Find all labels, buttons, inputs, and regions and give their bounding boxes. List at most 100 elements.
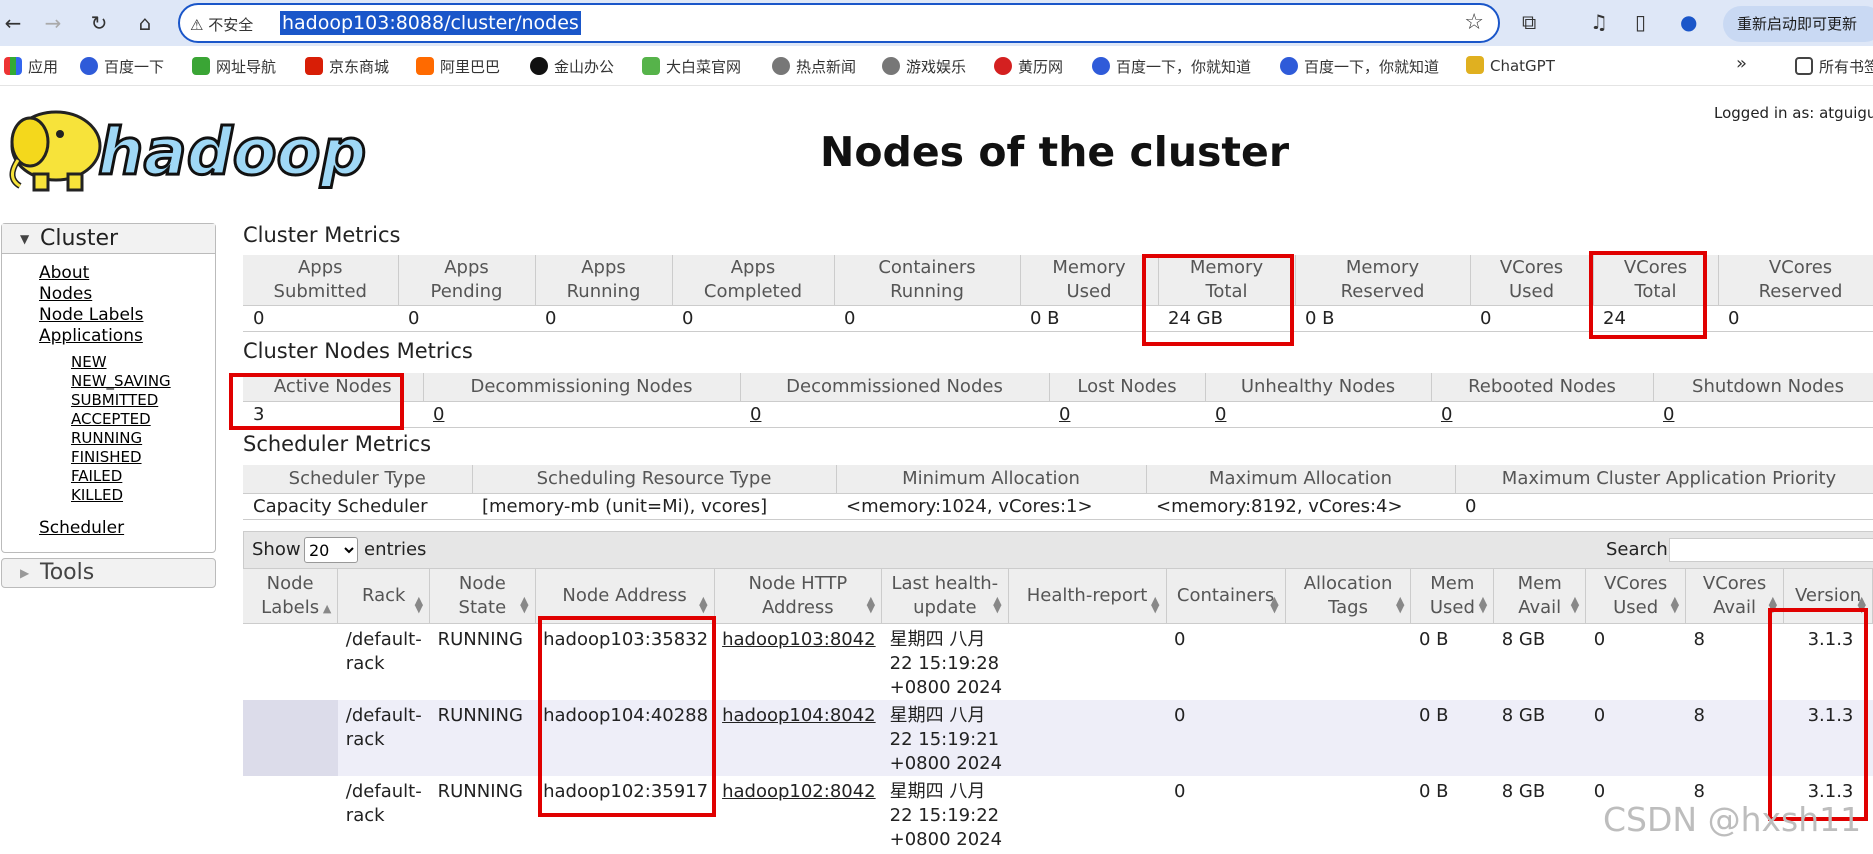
- sidebar-link-about[interactable]: About: [39, 263, 89, 283]
- back-icon[interactable]: ←: [0, 10, 26, 36]
- node-http-address-link[interactable]: hadoop102:8042: [714, 775, 882, 852]
- bookmark-star-icon[interactable]: ☆: [1464, 10, 1484, 35]
- sidebar-tools-label: Tools: [40, 560, 95, 585]
- col-health-report[interactable]: Health-report ▲ ▼: [1008, 569, 1167, 624]
- col-decommissioning-nodes: Decommissioning Nodes: [423, 373, 741, 401]
- highlight-active-nodes: [229, 373, 404, 430]
- rack-line: rack: [345, 804, 385, 826]
- header-line: Submitted: [273, 280, 367, 302]
- bookmark-huangli[interactable]: 黄历网: [994, 56, 1063, 77]
- address-bar[interactable]: ⚠ 不安全 hadoop103:8088/cluster/nodes ☆: [178, 3, 1500, 43]
- col-node-address[interactable]: Node Address ▲ ▼: [535, 569, 715, 624]
- sidebar-app-state-killed[interactable]: KILLED: [71, 486, 123, 504]
- url-text[interactable]: hadoop103:8088/cluster/nodes: [280, 11, 581, 35]
- profile-icon[interactable]: ●: [1680, 10, 1697, 34]
- extensions-icon[interactable]: ⧉: [1522, 10, 1536, 34]
- bookmark-jd[interactable]: 京东商城: [305, 56, 389, 77]
- bookmark-games[interactable]: 游戏娱乐: [882, 56, 966, 77]
- rebooted-nodes-link[interactable]: 0: [1431, 400, 1653, 428]
- col-node-http-address[interactable]: Node HTTP Address ▲ ▼: [714, 569, 883, 624]
- containers-cell: 0: [1166, 775, 1286, 852]
- bookmark-apps[interactable]: 应用: [4, 56, 58, 77]
- health-report-cell: [1008, 775, 1166, 852]
- sidebar-link-scheduler[interactable]: Scheduler: [39, 518, 124, 538]
- col-mem-used[interactable]: Mem Used ▲ ▼: [1410, 569, 1495, 624]
- hadoop-logo[interactable]: hadoop: [4, 104, 379, 196]
- rack-line: rack: [345, 728, 385, 750]
- mem-avail-cell: 8 GB: [1493, 623, 1586, 700]
- bookmark-baidu[interactable]: 百度一下: [80, 56, 164, 77]
- bookmark-wps[interactable]: 金山办公: [530, 56, 614, 77]
- bookmark-dabaicai[interactable]: 大白菜官网: [642, 56, 741, 77]
- sidebar-link-nodes[interactable]: Nodes: [39, 284, 92, 304]
- restart-update-button[interactable]: 重新启动即可更新: [1723, 6, 1873, 42]
- sidepanel-icon[interactable]: ▯: [1635, 10, 1646, 34]
- sidebar-link-node-labels[interactable]: Node Labels: [39, 305, 144, 325]
- bookmark-alibaba[interactable]: 阿里巴巴: [416, 56, 500, 77]
- cluster-nodes-metrics-title: Cluster Nodes Metrics: [243, 339, 473, 363]
- allocation-tags-cell: [1285, 699, 1411, 776]
- header-line: VCores: [1603, 572, 1668, 594]
- reload-icon[interactable]: ↻: [86, 10, 112, 36]
- header-line: Apps: [297, 256, 343, 278]
- bookmark-baidu3[interactable]: 百度一下，你就知道: [1280, 56, 1439, 77]
- folder-icon: [1795, 57, 1813, 75]
- bookmarks-more-button[interactable]: »: [1736, 53, 1747, 74]
- sidebar-tools-header[interactable]: ▶ Tools: [1, 558, 216, 588]
- sidebar-link-applications[interactable]: Applications: [39, 326, 143, 346]
- sidebar-cluster-panel: ▼ Cluster About Nodes Node Labels Applic…: [1, 223, 216, 553]
- node-http-address-link[interactable]: hadoop104:8042: [714, 699, 882, 776]
- all-bookmarks-folder[interactable]: 所有书签: [1795, 56, 1873, 77]
- bookmarks-bar: 应用 百度一下 网址导航 京东商城 阿里巴巴 金山办公 大白菜官网 热点新闻 游…: [0, 46, 1873, 86]
- forward-icon[interactable]: →: [40, 10, 66, 36]
- sidebar-app-state-finished[interactable]: FINISHED: [71, 448, 142, 466]
- dabaicai-icon: [642, 57, 660, 75]
- header-line: Completed: [703, 280, 803, 302]
- mem-avail-cell: 8 GB: [1493, 775, 1586, 852]
- unhealthy-nodes-link[interactable]: 0: [1205, 400, 1431, 428]
- sidebar-app-state-accepted[interactable]: ACCEPTED: [71, 410, 151, 428]
- rack-cell: /default-rack: [337, 699, 430, 776]
- sidebar-app-state-new-saving[interactable]: NEW_SAVING: [71, 372, 171, 390]
- allocation-tags-cell: [1285, 623, 1411, 700]
- decommissioned-nodes-link[interactable]: 0: [740, 400, 1049, 428]
- bookmark-news[interactable]: 热点新闻: [772, 56, 856, 77]
- home-icon[interactable]: ⌂: [132, 10, 158, 36]
- security-warning[interactable]: ⚠ 不安全: [190, 14, 253, 35]
- shutdown-nodes-link[interactable]: 0: [1653, 400, 1873, 428]
- col-apps-running: Apps Running: [535, 255, 673, 305]
- page-size-select[interactable]: 20: [304, 537, 358, 563]
- node-http-address-link[interactable]: hadoop103:8042: [714, 623, 882, 700]
- bookmark-label: 大白菜官网: [666, 58, 742, 76]
- bookmark-label: ChatGPT: [1490, 57, 1555, 75]
- huangli-icon: [994, 57, 1012, 75]
- col-last-health-update[interactable]: Last health-update ▲ ▼: [881, 569, 1009, 624]
- sidebar-cluster-label: Cluster: [40, 226, 119, 251]
- col-mem-avail[interactable]: Mem Avail ▲ ▼: [1493, 569, 1587, 624]
- sidebar-app-state-failed[interactable]: FAILED: [71, 467, 122, 485]
- col-node-state[interactable]: Node State ▲ ▼: [429, 569, 536, 624]
- sidebar-app-state-new[interactable]: NEW: [71, 353, 107, 371]
- highlight-version: [1768, 608, 1868, 821]
- sidebar-app-state-submitted[interactable]: SUBMITTED: [71, 391, 158, 409]
- sidebar-cluster-header[interactable]: ▼ Cluster: [2, 224, 215, 254]
- bookmark-hao[interactable]: 网址导航: [192, 56, 276, 77]
- col-vcores-used[interactable]: VCores Used ▲ ▼: [1585, 569, 1687, 624]
- vcores-used-cell: 0: [1585, 699, 1686, 776]
- col-containers[interactable]: Containers ▲ ▼: [1166, 569, 1286, 624]
- node-labels-cell: [243, 775, 338, 852]
- col-node-labels[interactable]: Node Labels ▲: [243, 569, 339, 624]
- bookmark-baidu2[interactable]: 百度一下，你就知道: [1092, 56, 1251, 77]
- header-line: Apps: [444, 256, 489, 278]
- bookmark-chatgpt[interactable]: ChatGPT: [1466, 56, 1555, 75]
- header-line: Allocation: [1303, 572, 1393, 594]
- decommissioning-nodes-link[interactable]: 0: [423, 400, 740, 428]
- search-input[interactable]: [1669, 538, 1873, 562]
- lost-nodes-link[interactable]: 0: [1049, 400, 1205, 428]
- memory-reserved-value: 0 B: [1295, 304, 1470, 332]
- col-allocation-tags[interactable]: Allocation Tags ▲ ▼: [1285, 569, 1412, 624]
- col-rack[interactable]: Rack ▲ ▼: [337, 569, 431, 624]
- media-icon[interactable]: ♫: [1590, 10, 1608, 34]
- sidebar-app-state-running[interactable]: RUNNING: [71, 429, 142, 447]
- header-line: Memory: [1052, 256, 1126, 278]
